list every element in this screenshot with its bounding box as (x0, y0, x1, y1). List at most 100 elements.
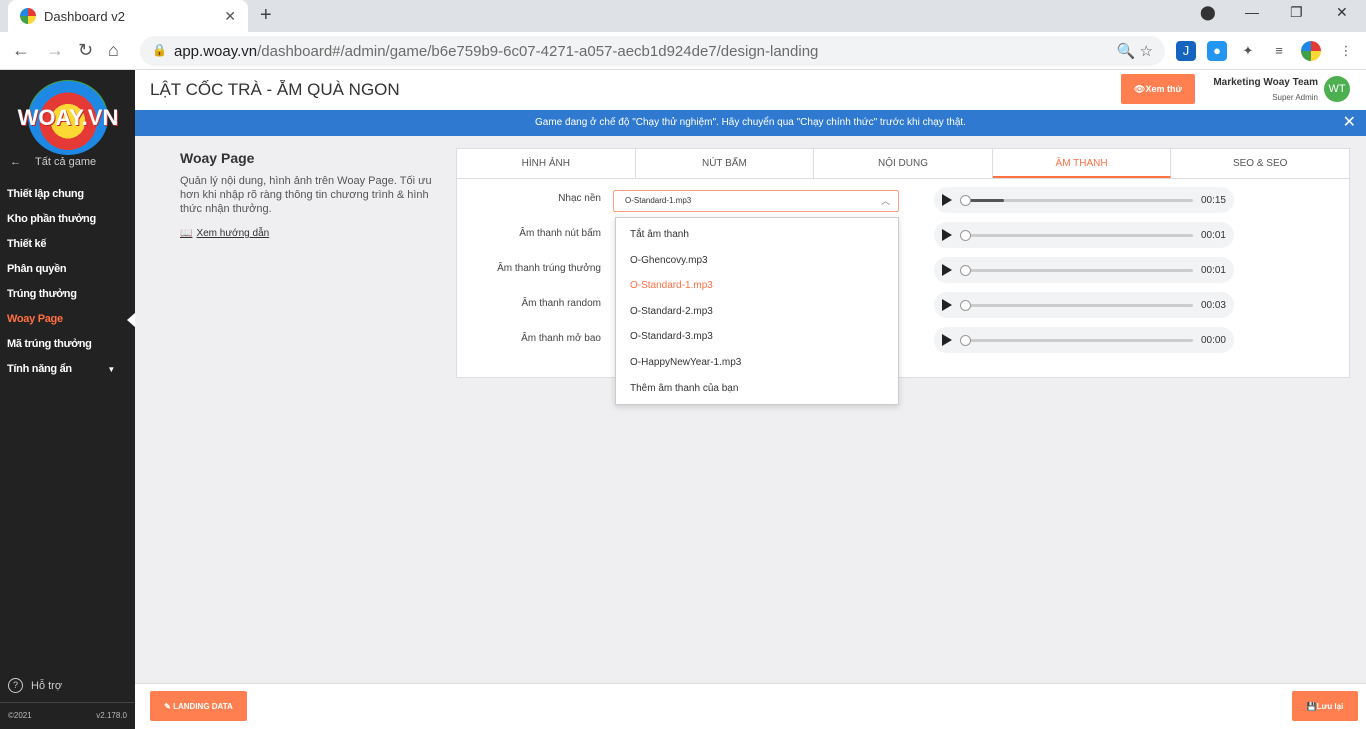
audio-progress[interactable] (960, 299, 1193, 311)
tab-bar: HÌNH ẢNH NÚT BẤM NỘI DUNG ÂM THANH SEO &… (457, 149, 1349, 179)
select-value: O-Standard-1.mp3 (625, 196, 692, 205)
save-label: Lưu lại (1316, 701, 1344, 711)
close-window-icon[interactable]: ✕ (1336, 4, 1348, 21)
audio-player[interactable]: 00:01 (934, 222, 1234, 248)
support-link[interactable]: ? Hỗ trợ (8, 678, 62, 693)
background-music-select[interactable]: O-Standard-1.mp3 ︿ (613, 190, 899, 212)
audio-progress[interactable] (960, 264, 1193, 276)
tab-images[interactable]: HÌNH ẢNH (457, 149, 636, 178)
back-icon[interactable]: ← (12, 40, 30, 61)
url-path: /dashboard#/admin/game/b6e759b9-6c07-427… (257, 42, 819, 60)
woay-extension-icon[interactable] (1301, 41, 1321, 61)
audio-progress[interactable] (960, 194, 1193, 206)
sidebar-item-permissions[interactable]: Phân quyền (0, 257, 135, 282)
dropdown-option-selected[interactable]: O-Standard-1.mp3 (616, 273, 898, 299)
audio-progress-knob[interactable] (960, 299, 971, 311)
woay-favicon-icon (20, 8, 36, 24)
zoom-star-icons[interactable]: 🔍 ☆ (1117, 42, 1153, 60)
audio-progress-knob[interactable] (960, 264, 971, 276)
hidden-features-label: Tính năng ẩn (7, 363, 72, 375)
media-control-icon[interactable]: ≡ (1269, 41, 1289, 61)
dropdown-option[interactable]: O-Ghencovy.mp3 (616, 248, 898, 274)
landing-data-button[interactable]: ✎ LANDING DATA (150, 691, 247, 721)
back-all-label: Tất cả game (35, 156, 97, 168)
sidebar-menu: Thiết lập chung Kho phần thưởng Thiết kế… (0, 182, 135, 382)
play-icon[interactable] (942, 334, 952, 346)
save-button[interactable]: 💾Lưu lại (1292, 691, 1358, 721)
tab-content[interactable]: NỘI DUNG (814, 149, 993, 178)
woay-logo[interactable]: WOAY.VN (18, 80, 118, 155)
audio-progress[interactable] (960, 229, 1193, 241)
new-tab-icon[interactable]: + (260, 4, 272, 27)
arrow-left-icon: ← (10, 156, 21, 168)
row-label-win-sound: Âm thanh trúng thưởng (497, 263, 601, 274)
audio-player[interactable]: 00:03 (934, 292, 1234, 318)
minimize-icon[interactable]: — (1245, 4, 1259, 20)
dropdown-option[interactable]: O-Standard-3.mp3 (616, 324, 898, 350)
audio-player[interactable]: 00:15 (934, 187, 1234, 213)
dropdown-option[interactable]: O-Standard-2.mp3 (616, 299, 898, 325)
guide-link[interactable]: 📖 Xem hướng dẫn (180, 228, 440, 239)
dropdown-option-mute[interactable]: Tắt âm thanh (616, 222, 898, 248)
profile-menu-icon[interactable]: ⬤ (1200, 4, 1216, 21)
back-all-games[interactable]: ← Tất cả game (10, 156, 96, 168)
address-bar[interactable]: 🔒 app.woay.vn/dashboard#/admin/game/b6e7… (140, 36, 1165, 66)
browser-menu-icon[interactable]: ⋮ (1336, 41, 1356, 61)
sidebar-footer: ©2021 v2.178.0 (0, 702, 135, 728)
section-description: Quản lý nội dung, hình ảnh trên Woay Pag… (180, 175, 432, 215)
audio-player[interactable]: 00:01 (934, 257, 1234, 283)
sidebar-item-rewards[interactable]: Kho phần thưởng (0, 207, 135, 232)
audio-time: 00:03 (1200, 299, 1226, 311)
sound-dropdown-menu: Tắt âm thanh O-Ghencovy.mp3 O-Standard-1… (615, 217, 899, 405)
dropdown-option-add-sound[interactable]: Thêm âm thanh của bạn (616, 376, 898, 402)
audio-progress[interactable] (960, 334, 1193, 346)
user-role: Super Admin (1272, 93, 1318, 102)
eye-icon: 👁 (1134, 83, 1146, 94)
copyright: ©2021 (8, 711, 32, 720)
sidebar-item-woay-page[interactable]: Woay Page (0, 307, 135, 332)
sidebar-item-general-settings[interactable]: Thiết lập chung (0, 182, 135, 207)
sidebar-item-winners[interactable]: Trúng thưởng (0, 282, 135, 307)
audio-progress-knob[interactable] (960, 194, 971, 206)
bottom-bar: ✎ LANDING DATA 💾Lưu lại (135, 683, 1366, 729)
browser-tab[interactable]: Dashboard v2 ✕ (8, 0, 248, 32)
banner-text: Game đang ở chế độ "Chạy thử nghiệm". Hã… (535, 117, 966, 128)
lock-icon: 🔒 (152, 43, 167, 57)
sidebar-item-hidden-features[interactable]: Tính năng ẩn ▼ (0, 357, 135, 382)
preview-label: Xem thử (1145, 83, 1182, 94)
play-icon[interactable] (942, 194, 952, 206)
tab-sound[interactable]: ÂM THANH (992, 149, 1172, 178)
audio-player[interactable]: 00:00 (934, 327, 1234, 353)
row-label-open-bag-sound: Âm thanh mở bao (521, 333, 601, 344)
landing-data-label: LANDING DATA (173, 701, 233, 711)
reload-icon[interactable]: ↻ (78, 40, 93, 61)
help-icon: ? (8, 678, 23, 693)
close-tab-icon[interactable]: ✕ (224, 8, 236, 25)
page-title: LẬT CỐC TRÀ - ẴM QUÀ NGON (150, 80, 400, 99)
sidebar-item-design[interactable]: Thiết kế (0, 232, 135, 257)
browser-tab-bar: Dashboard v2 ✕ + ⬤ — ❐ ✕ (0, 0, 1366, 32)
audio-progress-knob[interactable] (960, 229, 971, 241)
dropdown-option[interactable]: O-HappyNewYear-1.mp3 (616, 350, 898, 376)
test-mode-banner: Game đang ở chế độ "Chạy thử nghiệm". Hã… (135, 110, 1366, 136)
audio-progress-knob[interactable] (960, 334, 971, 346)
close-banner-icon[interactable]: ✕ (1343, 110, 1356, 136)
play-icon[interactable] (942, 264, 952, 276)
restore-icon[interactable]: ❐ (1290, 4, 1303, 21)
home-icon[interactable]: ⌂ (108, 40, 119, 61)
preview-button[interactable]: 👁Xem thử (1121, 74, 1195, 104)
row-label-random-sound: Âm thanh random (521, 298, 602, 309)
sidebar-item-win-codes[interactable]: Mã trúng thưởng (0, 332, 135, 357)
extension-2-icon[interactable]: ● (1207, 41, 1227, 61)
row-label-button-sound: Âm thanh nút bấm (519, 228, 601, 239)
pencil-icon: ✎ (164, 701, 174, 711)
play-icon[interactable] (942, 299, 952, 311)
tab-seo[interactable]: SEO & SEO (1171, 149, 1349, 178)
extension-1-icon[interactable]: J (1176, 41, 1196, 61)
avatar[interactable]: WT (1324, 76, 1350, 102)
forward-icon[interactable]: → (46, 40, 64, 61)
section-title: Woay Page (180, 150, 255, 166)
tab-buttons[interactable]: NÚT BẤM (636, 149, 815, 178)
play-icon[interactable] (942, 229, 952, 241)
extensions-puzzle-icon[interactable]: ✦ (1238, 41, 1258, 61)
